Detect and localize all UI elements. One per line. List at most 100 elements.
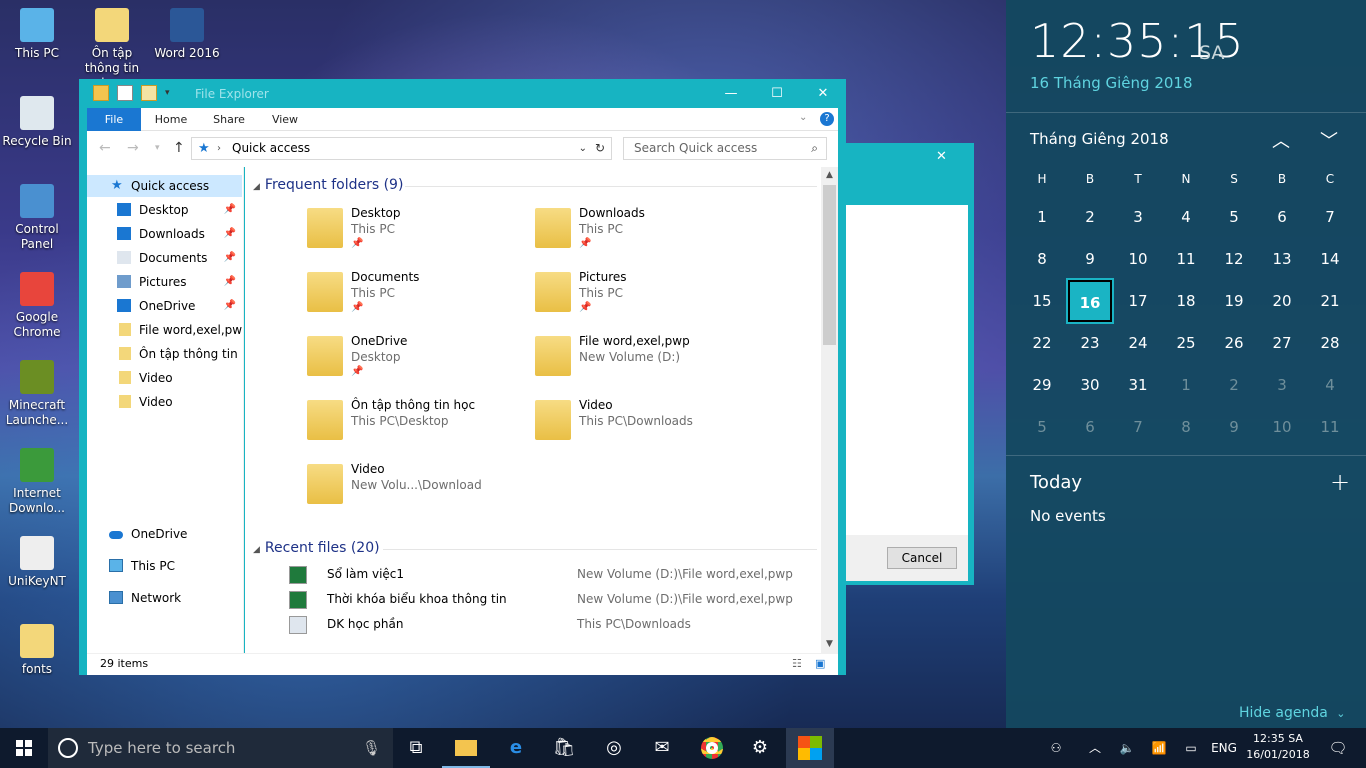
calendar-day[interactable]: 19	[1212, 280, 1256, 322]
volume-icon[interactable]: 🔈	[1114, 728, 1140, 768]
taskbar-search-box[interactable]: Type here to search 🎙	[48, 728, 393, 768]
add-event-icon[interactable]: +	[1330, 468, 1350, 496]
calendar-day[interactable]: 9	[1068, 238, 1112, 280]
calendar-day[interactable]: 4	[1308, 364, 1352, 406]
calendar-day[interactable]: 13	[1260, 238, 1304, 280]
calendar-day[interactable]: 3	[1116, 196, 1160, 238]
tab-share[interactable]: Share	[207, 108, 251, 131]
calendar-day[interactable]: 31	[1116, 364, 1160, 406]
calendar-day[interactable]: 18	[1164, 280, 1208, 322]
calendar-day[interactable]: 28	[1308, 322, 1352, 364]
large-icons-view-icon[interactable]: ▣	[815, 654, 825, 674]
recent-files-header[interactable]: ◢ Recent files (20)	[253, 540, 817, 556]
calendar-day[interactable]: 17	[1116, 280, 1160, 322]
chevron-down-icon[interactable]: ⌄	[579, 138, 587, 159]
scroll-down-icon[interactable]: ▼	[821, 636, 838, 653]
calendar-day[interactable]: 1	[1020, 196, 1064, 238]
groove-music-icon[interactable]: ◎	[590, 728, 638, 768]
folder-tile[interactable]: Ôn tập thông tin học This PC\Desktop	[307, 396, 527, 452]
nav-pinned-item[interactable]: Downloads 📌	[87, 223, 242, 245]
folder-tile[interactable]: OneDrive Desktop 📌	[307, 332, 527, 388]
calendar-day[interactable]: 6	[1068, 406, 1112, 448]
recent-file-row[interactable]: Sổ làm việc1 New Volume (D:)\File word,ex…	[289, 565, 809, 585]
nav-pinned-item[interactable]: Pictures 📌	[87, 271, 242, 293]
desktop-icon[interactable]: Word 2016	[151, 8, 223, 61]
file-explorer-taskbar-icon[interactable]	[442, 728, 490, 768]
microphone-icon[interactable]: 🎙	[362, 728, 381, 768]
folder-tile[interactable]: Video New Volu...\Download	[307, 460, 527, 516]
nav-pinned-item[interactable]: OneDrive 📌	[87, 295, 242, 317]
calendar-day[interactable]: 2	[1068, 196, 1112, 238]
desktop-icon[interactable]: fonts	[1, 624, 73, 677]
calendar-day[interactable]: 7	[1308, 196, 1352, 238]
nav-network[interactable]: Network	[87, 587, 242, 609]
ribbon-expand-icon[interactable]: ⌄	[799, 112, 807, 123]
nav-recent-folder[interactable]: Ôn tập thông tin học	[87, 343, 242, 365]
calendar-day[interactable]: 7	[1116, 406, 1160, 448]
store-icon[interactable]: 🛍	[540, 728, 588, 768]
nav-recent-folder[interactable]: File word,exel,pwp	[87, 319, 242, 341]
mail-icon[interactable]: ✉	[638, 728, 686, 768]
desktop-icon[interactable]: Recycle Bin	[1, 96, 73, 149]
calendar-day[interactable]: 15	[1020, 280, 1064, 322]
calendar-day[interactable]: 4	[1164, 196, 1208, 238]
calendar-day[interactable]: 14	[1308, 238, 1352, 280]
calendar-day[interactable]: 2	[1212, 364, 1256, 406]
calendar-day[interactable]: 21	[1308, 280, 1352, 322]
nav-pinned-item[interactable]: Documents 📌	[87, 247, 242, 269]
desktop-icon[interactable]: Control Panel	[1, 184, 73, 252]
folder-tile[interactable]: Documents This PC 📌	[307, 268, 527, 324]
calendar-day[interactable]: 3	[1260, 364, 1304, 406]
folder-tile[interactable]: Desktop This PC 📌	[307, 204, 527, 260]
minimize-button[interactable]: —	[708, 79, 754, 108]
recent-file-row[interactable]: DK học phần This PC\Downloads	[289, 615, 809, 635]
calendar-day-today[interactable]: 16	[1068, 280, 1112, 322]
address-bar[interactable]: ★ › Quick access ⌄ ↻	[191, 137, 612, 160]
nav-onedrive[interactable]: OneDrive	[87, 523, 242, 545]
calendar-day[interactable]: 5	[1212, 196, 1256, 238]
close-button[interactable]: ✕	[800, 79, 846, 108]
chrome-icon[interactable]	[688, 728, 736, 768]
calendar-day[interactable]: 22	[1020, 322, 1064, 364]
wifi-icon[interactable]: 📶	[1146, 728, 1172, 768]
recent-locations-button[interactable]: ▾	[155, 143, 160, 153]
desktop-icon[interactable]: This PC	[1, 8, 73, 61]
action-center-icon[interactable]: 🗨	[1318, 728, 1358, 768]
hide-agenda-link[interactable]: Hide agenda ⌄	[1239, 705, 1345, 721]
long-date-link[interactable]: 16 Tháng Giêng 2018	[1030, 74, 1193, 92]
calendar-day[interactable]: 11	[1308, 406, 1352, 448]
properties-icon[interactable]	[117, 85, 133, 101]
input-language[interactable]: ENG	[1208, 728, 1240, 768]
folder-tile[interactable]: Downloads This PC 📌	[535, 204, 755, 260]
chevron-down-icon[interactable]: ▾	[165, 85, 181, 101]
nav-quick-access[interactable]: ★ Quick access	[87, 175, 242, 197]
settings-icon[interactable]: ⚙	[736, 728, 784, 768]
maximize-button[interactable]: ☐	[754, 79, 800, 108]
calendar-day[interactable]: 20	[1260, 280, 1304, 322]
tab-file[interactable]: File	[87, 108, 141, 131]
vertical-scrollbar[interactable]: ▲ ▼	[821, 167, 838, 653]
nav-pinned-item[interactable]: Desktop 📌	[87, 199, 242, 221]
calendar-day[interactable]: 27	[1260, 322, 1304, 364]
calendar-day[interactable]: 29	[1020, 364, 1064, 406]
nav-recent-folder[interactable]: Video	[87, 367, 242, 389]
show-hidden-icons-icon[interactable]: ︿	[1082, 728, 1108, 768]
calendar-day[interactable]: 24	[1116, 322, 1160, 364]
frequent-folders-header[interactable]: ◢ Frequent folders (9)	[253, 177, 817, 193]
edge-icon[interactable]: e	[492, 728, 540, 768]
new-folder-icon[interactable]	[141, 85, 157, 101]
people-icon[interactable]: ⚇	[1042, 728, 1070, 768]
desktop-icon[interactable]: UniKeyNT	[1, 536, 73, 589]
dialog-close-button[interactable]: ✕	[936, 149, 947, 164]
calendar-day[interactable]: 11	[1164, 238, 1208, 280]
cancel-button[interactable]: Cancel	[887, 547, 957, 569]
calendar-day[interactable]: 8	[1020, 238, 1064, 280]
calendar-day[interactable]: 12	[1212, 238, 1256, 280]
task-view-icon[interactable]: ⧉	[392, 728, 440, 768]
up-button[interactable]: ↑	[173, 140, 185, 156]
desktop-icon[interactable]: Minecraft Launche...	[1, 360, 73, 428]
back-button[interactable]: ←	[99, 140, 111, 156]
scroll-thumb[interactable]	[823, 185, 836, 345]
folder-tile[interactable]: Pictures This PC 📌	[535, 268, 755, 324]
details-view-icon[interactable]: ☷	[792, 654, 802, 674]
